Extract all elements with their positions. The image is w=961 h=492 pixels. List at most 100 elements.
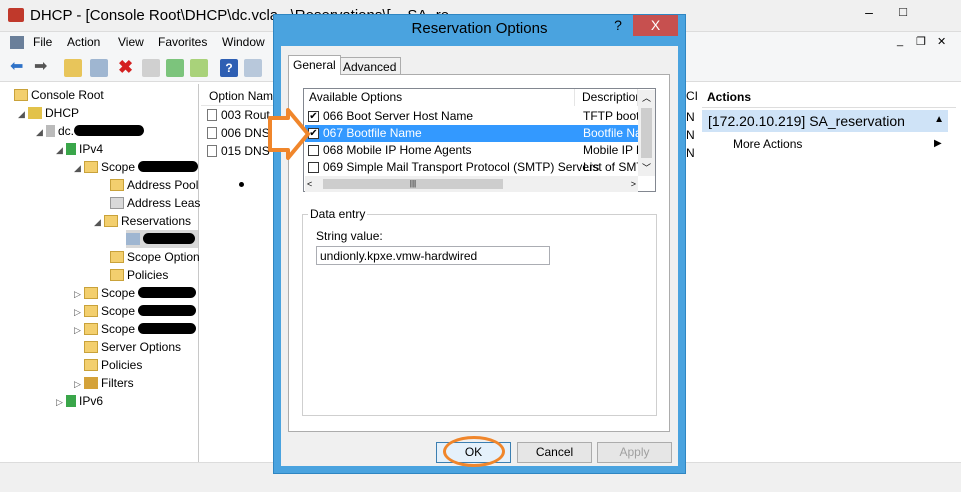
tree-item-scope-2[interactable]: ▷ Scope [74, 284, 197, 303]
tree-item-reservations[interactable]: ◢ Reservations [94, 212, 191, 230]
redacted-mark [138, 305, 197, 316]
back-arrow-icon[interactable]: ⬅ [10, 59, 28, 77]
column-available-options[interactable]: Available Options [305, 89, 575, 106]
window-minimize-button[interactable]: – [854, 4, 884, 26]
more-actions-link[interactable]: More Actions [733, 137, 802, 151]
column-option-name[interactable]: Option Nam [209, 89, 273, 103]
reservation-icon [126, 233, 140, 245]
folder-icon [104, 215, 118, 227]
apply-button[interactable]: Apply [597, 442, 672, 463]
list-item[interactable]: 006 DNS [207, 124, 270, 142]
submenu-arrow-icon: ▶ [934, 138, 942, 149]
collapse-icon[interactable]: ◢ [36, 123, 46, 141]
actions-selected-item[interactable]: [172.20.10.219] SA_reservation ▲ [702, 110, 948, 132]
mdi-close-button[interactable]: ✕ [937, 35, 946, 48]
tree-item-address-pool[interactable]: Address Pool [110, 176, 198, 194]
tree-item-reservation-selected[interactable] [126, 230, 198, 248]
checkbox-069[interactable] [308, 162, 319, 173]
redacted-mark [143, 233, 195, 244]
cursor-dot [239, 182, 244, 187]
menu-file[interactable]: File [33, 35, 52, 49]
delete-icon[interactable]: ✖ [118, 58, 136, 77]
tree-item-console-root[interactable]: Console Root [14, 86, 104, 104]
tree-item-server[interactable]: ◢ dc. [36, 122, 145, 141]
tree-item-server-policies[interactable]: Policies [84, 356, 142, 374]
menu-action[interactable]: Action [67, 35, 100, 49]
tree-item-address-leases[interactable]: Address Leas [110, 194, 200, 212]
data-entry-label: Data entry [308, 207, 368, 221]
tree-item-scope[interactable]: ◢ Scope [74, 158, 199, 177]
option-row-068[interactable]: 068 Mobile IP Home Agents Mobile IP ho [305, 142, 638, 159]
expand-icon[interactable]: ▷ [56, 393, 66, 411]
column-ci-header[interactable]: CI [686, 89, 698, 103]
option-row-069[interactable]: 069 Simple Mail Transport Protocol (SMTP… [305, 159, 638, 176]
menu-favorites[interactable]: Favorites [158, 35, 207, 49]
highlight-arrow-icon [268, 108, 310, 160]
scroll-left-icon[interactable]: < [307, 176, 321, 192]
tree-item-policies[interactable]: Policies [110, 266, 168, 284]
tree-item-ipv4[interactable]: ◢ IPv4 [56, 140, 103, 158]
help-button[interactable]: ? [604, 15, 632, 36]
scroll-right-icon[interactable]: > [622, 176, 636, 192]
column-description[interactable]: Description [576, 89, 638, 106]
string-value-input[interactable] [316, 246, 550, 265]
collapse-icon[interactable]: ◢ [18, 105, 28, 123]
forward-arrow-icon[interactable]: ➡ [34, 59, 52, 77]
cancel-button[interactable]: Cancel [517, 442, 592, 463]
tab-general[interactable]: General [288, 55, 341, 75]
collapse-icon[interactable]: ◢ [94, 213, 104, 231]
export-list-icon[interactable] [190, 59, 208, 77]
tab-advanced[interactable]: Advanced [338, 57, 402, 75]
show-action-pane-icon[interactable] [244, 59, 262, 77]
server-icon [46, 125, 55, 137]
option-icon [207, 127, 217, 139]
list-item[interactable]: 003 Rout [207, 106, 270, 124]
clock-icon [110, 197, 124, 209]
tree-item-ipv6[interactable]: ▷ IPv6 [56, 392, 103, 410]
menu-view[interactable]: View [118, 35, 144, 49]
console-icon [10, 36, 24, 49]
expand-icon[interactable]: ▷ [74, 285, 84, 303]
dhcp-icon [28, 107, 42, 119]
scroll-thumb[interactable] [641, 108, 652, 158]
expand-icon[interactable]: ▷ [74, 375, 84, 393]
option-row-067[interactable]: ✔ 067 Bootfile Name Bootfile Nan [305, 125, 638, 142]
options-vertical-scrollbar[interactable]: ︿ ﹀ [638, 90, 655, 176]
redacted-mark [138, 161, 199, 172]
help-icon[interactable]: ? [220, 59, 238, 77]
options-horizontal-scrollbar[interactable]: < ||| > [305, 176, 638, 192]
scroll-down-icon[interactable]: ﹀ [638, 160, 655, 176]
window-maximize-button[interactable]: □ [888, 4, 918, 26]
string-value-label: String value: [316, 229, 383, 243]
menu-window[interactable]: Window [222, 35, 265, 49]
mdi-restore-button[interactable]: ❐ [916, 35, 926, 48]
tree-item-filters[interactable]: ▷ Filters [74, 374, 134, 392]
ok-highlight-circle [443, 436, 505, 467]
tree-item-scope-4[interactable]: ▷ Scope [74, 320, 197, 339]
refresh-icon[interactable] [166, 59, 184, 77]
collapse-up-icon[interactable]: ▲ [934, 114, 944, 125]
scroll-up-icon[interactable]: ︿ [638, 90, 655, 106]
console-tree: Console Root ◢ DHCP ◢ dc. ◢ IPv4 ◢ Scope Add… [0, 84, 200, 462]
folder-icon [110, 269, 124, 281]
tree-item-server-options[interactable]: Server Options [84, 338, 181, 356]
tree-item-scope-options[interactable]: Scope Option [110, 248, 200, 266]
list-item[interactable]: 015 DNS [207, 142, 270, 160]
option-row-066[interactable]: ✔ 066 Boot Server Host Name TFTP boot s [305, 108, 638, 125]
tree-item-scope-3[interactable]: ▷ Scope [74, 302, 197, 321]
collapse-icon[interactable]: ◢ [56, 141, 66, 159]
actions-header: Actions [702, 86, 956, 108]
up-folder-icon[interactable] [64, 59, 82, 77]
collapse-icon[interactable]: ◢ [74, 159, 84, 177]
tree-item-dhcp[interactable]: ◢ DHCP [18, 104, 79, 122]
properties-icon[interactable] [142, 59, 160, 77]
folder-icon [84, 323, 98, 335]
close-button[interactable]: X [633, 15, 678, 36]
hscroll-thumb[interactable]: ||| [323, 179, 503, 189]
expand-icon[interactable]: ▷ [74, 303, 84, 321]
mdi-minimize-button[interactable]: _ [897, 35, 903, 47]
expand-icon[interactable]: ▷ [74, 321, 84, 339]
folder-icon [84, 161, 98, 173]
folder-icon [84, 287, 98, 299]
show-hide-tree-icon[interactable] [90, 59, 108, 77]
